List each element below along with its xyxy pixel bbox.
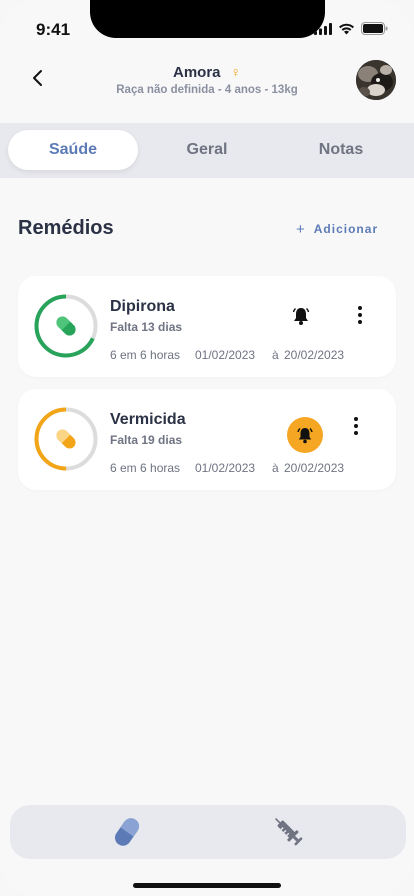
- pet-name: Amora: [172, 64, 221, 81]
- medication-start-date: 01/02/2023: [195, 461, 256, 475]
- home-indicator[interactable]: [133, 883, 281, 888]
- tab-saude[interactable]: Saúde: [8, 130, 138, 170]
- app-screen: 9:41 Amora ♀ Raça não definida - 4 anos …: [0, 0, 414, 896]
- medication-end-prefix: à: [272, 348, 279, 362]
- medication-end-prefix: à: [272, 461, 279, 475]
- status-icons: [314, 22, 388, 35]
- medication-name: Vermicida: [110, 411, 186, 428]
- medication-frequency: 6 em 6 horas: [110, 348, 181, 362]
- pet-header: Amora ♀ Raça não definida - 4 anos - 13kg: [0, 60, 414, 124]
- bottom-navigation: [10, 805, 406, 859]
- female-icon: ♀: [230, 64, 242, 80]
- pill-icon: [114, 818, 140, 846]
- status-time: 9:41: [36, 20, 71, 39]
- status-bar: 9:41: [0, 0, 414, 60]
- medication-remaining: Falta 19 dias: [110, 433, 183, 447]
- bell-ringing-icon: [297, 427, 313, 444]
- plus-icon: +: [296, 221, 306, 238]
- nav-vaccines[interactable]: [272, 815, 306, 849]
- medication-end-date: 20/02/2023: [284, 461, 345, 475]
- section-title: Remédios: [18, 217, 114, 239]
- kebab-dot: [358, 306, 362, 310]
- tab-geral[interactable]: Geral: [142, 130, 272, 170]
- wifi-icon: [339, 23, 354, 34]
- more-options-button[interactable]: [346, 414, 366, 438]
- progress-ring: [34, 407, 98, 471]
- reminder-bell-button[interactable]: [283, 298, 319, 334]
- medication-start-date: 01/02/2023: [195, 348, 256, 362]
- battery-icon: [361, 22, 388, 35]
- cellular-signal-icon: [314, 22, 332, 35]
- medication-card[interactable]: Dipirona Falta 13 dias 6 em 6 horas 01/0…: [18, 276, 396, 377]
- bell-icon: [292, 307, 310, 325]
- medication-frequency: 6 em 6 horas: [110, 461, 181, 475]
- medication-remaining: Falta 13 dias: [110, 320, 183, 334]
- pet-avatar[interactable]: [356, 60, 396, 100]
- add-label: Adicionar: [313, 222, 379, 236]
- pill-icon: [56, 429, 76, 449]
- more-options-button[interactable]: [350, 303, 370, 327]
- pet-details: Raça não definida - 4 anos - 13kg: [116, 84, 298, 96]
- medication-end-date: 20/02/2023: [284, 348, 345, 362]
- medication-name: Dipirona: [110, 298, 175, 315]
- kebab-dot: [358, 320, 362, 324]
- syringe-icon: [274, 817, 303, 846]
- progress-ring: [34, 294, 98, 358]
- nav-medications[interactable]: [110, 815, 144, 849]
- pet-photo: [356, 60, 396, 100]
- reminder-bell-button[interactable]: [287, 417, 323, 453]
- device-notch: [90, 0, 325, 38]
- medication-card[interactable]: Vermicida Falta 19 dias 6 em 6 horas 01/…: [18, 389, 396, 490]
- kebab-dot: [354, 431, 358, 435]
- kebab-dot: [354, 424, 358, 428]
- section-tabs: Saúde Geral Notas: [0, 123, 414, 178]
- pill-icon: [56, 316, 76, 336]
- tab-notas[interactable]: Notas: [276, 130, 406, 170]
- add-medication-button[interactable]: + Adicionar: [296, 220, 379, 238]
- pet-name-row: Amora ♀: [0, 64, 414, 81]
- kebab-dot: [354, 417, 358, 421]
- kebab-dot: [358, 313, 362, 317]
